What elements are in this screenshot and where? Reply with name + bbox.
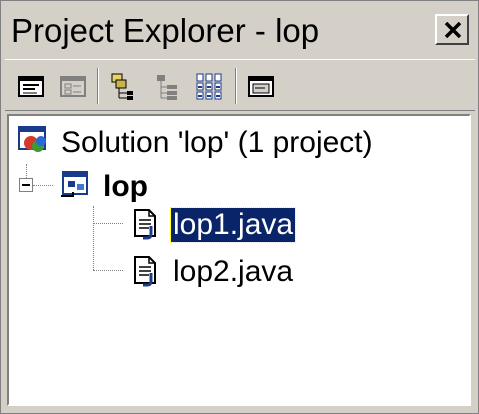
collapse-toggle-icon[interactable] xyxy=(19,178,33,192)
show-all-files-icon xyxy=(196,73,222,100)
project-label: lop xyxy=(103,170,148,203)
window-title: Project Explorer - lop xyxy=(11,12,320,49)
java-project-icon xyxy=(61,171,88,197)
properties-icon xyxy=(248,76,274,97)
class-view-button[interactable] xyxy=(149,68,185,104)
toolbar-separator xyxy=(97,68,99,104)
show-all-files-button[interactable] xyxy=(191,68,227,104)
java-file-icon xyxy=(134,256,156,287)
java-file-icon xyxy=(134,209,156,240)
tree-line xyxy=(93,206,94,270)
title-bar[interactable]: Project Explorer - lop xyxy=(5,6,473,56)
tree-line xyxy=(93,223,123,224)
file-label: lop2.java xyxy=(173,255,294,288)
close-button[interactable] xyxy=(435,14,469,45)
file-label: lop1.java xyxy=(169,207,297,243)
class-view-icon xyxy=(157,75,177,100)
solution-icon xyxy=(18,126,46,152)
toolbar-separator xyxy=(235,68,237,104)
toolbar xyxy=(5,59,475,111)
view-designer-icon xyxy=(60,76,86,97)
toggle-folders-icon xyxy=(111,73,133,100)
solution-label: Solution 'lop' (1 project) xyxy=(61,126,373,159)
view-code-icon xyxy=(18,76,44,97)
tree-line xyxy=(93,270,123,271)
tree-line xyxy=(26,164,27,178)
project-explorer-window: Project Explorer - lop Solution 'lop' (1… xyxy=(0,0,479,414)
tree-line xyxy=(33,185,53,186)
project-tree[interactable]: Solution 'lop' (1 project) lop lop1.java… xyxy=(7,114,471,406)
close-icon xyxy=(444,22,462,38)
properties-button[interactable] xyxy=(243,68,279,104)
toggle-folders-button[interactable] xyxy=(105,68,141,104)
view-code-button[interactable] xyxy=(13,68,49,104)
view-designer-button[interactable] xyxy=(55,68,91,104)
